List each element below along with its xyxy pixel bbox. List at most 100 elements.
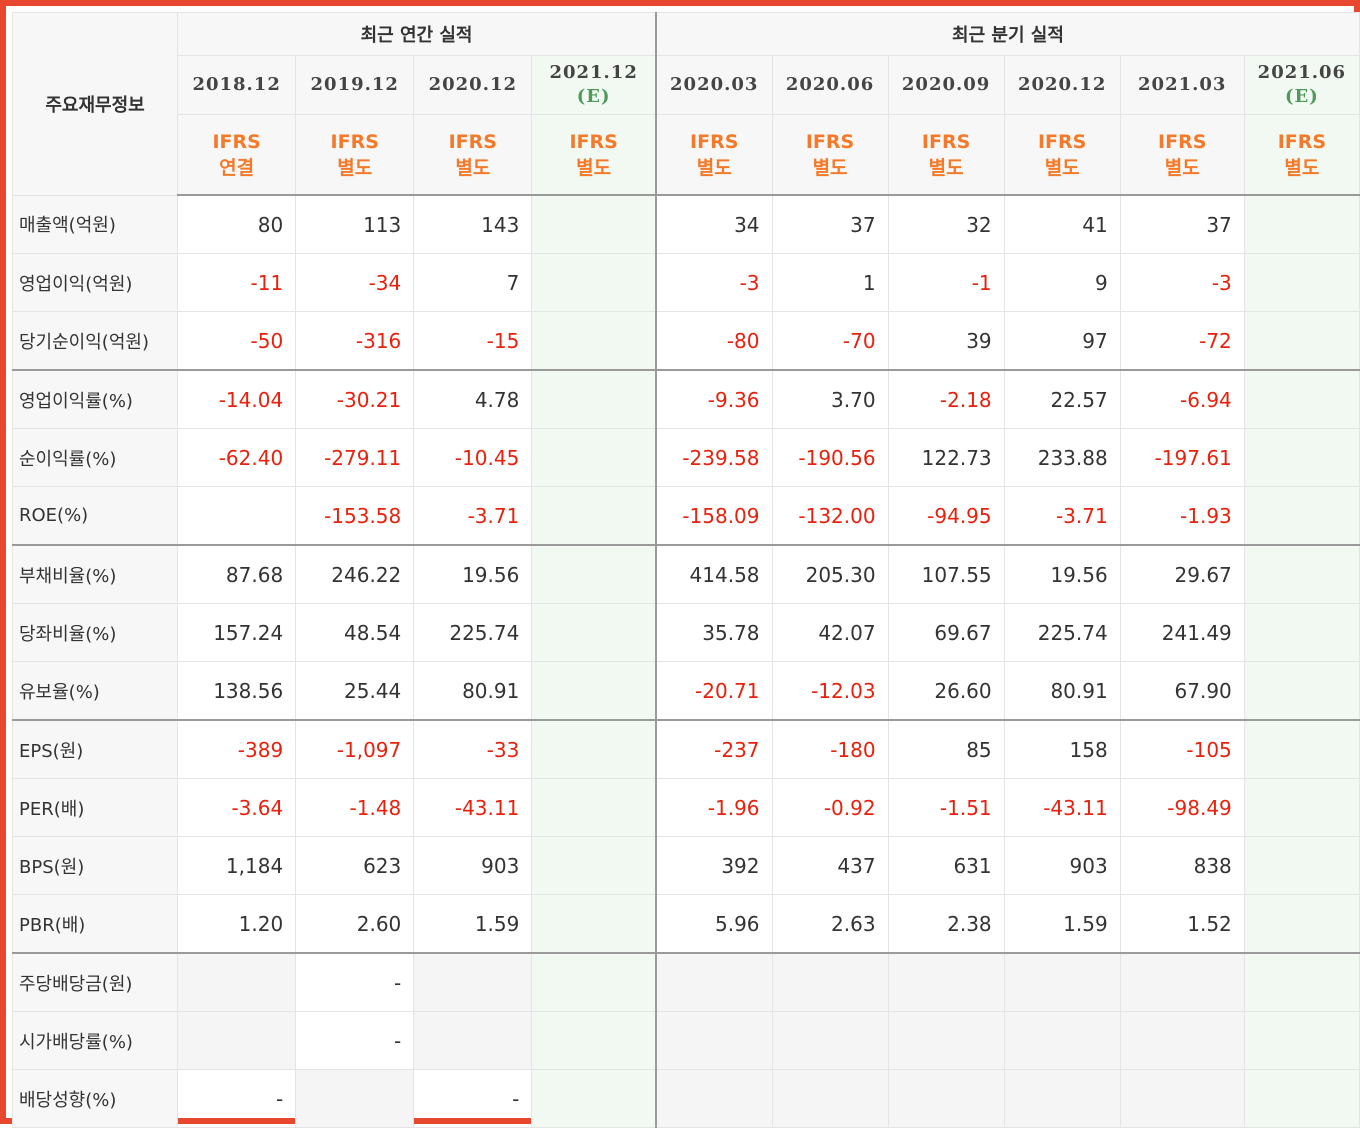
table-cell: 623 [295,836,415,895]
table-cell: -3 [654,253,773,312]
table-cell: -80 [654,311,773,371]
table-cell: -1.96 [654,778,773,837]
table-cell [1243,1011,1360,1070]
table-row: 당좌비율(%) 157.24 48.54 225.74 35.78 42.07 69.67 2… [11,603,1360,662]
table-cell: -389 [177,719,297,779]
table-cell: 838 [1119,836,1245,895]
table-cell [1243,603,1360,662]
table-cell [413,952,533,1012]
table-cell [1243,1069,1360,1128]
table-cell: 97 [1003,311,1121,371]
table-cell: -50 [177,311,297,371]
table-cell [531,894,657,954]
table-cell: 35.78 [654,603,773,662]
period-label: 2020.06 [785,74,875,95]
table-cell: 138.56 [177,661,297,721]
table-cell: -14.04 [177,369,297,429]
table-cell [1119,952,1245,1012]
period-header: 2021.12 (E) [531,55,657,115]
ifrs-basis-label: 별도 [1164,156,1200,179]
table-cell: 392 [654,836,773,895]
row-label: 영업이익률(%) [11,369,179,429]
table-cell: 87.68 [177,544,297,604]
table-cell [413,1011,533,1070]
financial-summary-table: 주요재무정보 최근 연간 실적 최근 분기 실적 2018.12 2019.12 2… [11,12,1360,1128]
table-cell [531,952,657,1012]
table-cell: 1,184 [177,836,297,895]
ifrs-standard-label: IFRS [448,130,497,153]
row-label: 부채비율(%) [11,544,179,604]
table-cell [1243,194,1360,254]
ifrs-header: IFRS 별도 [531,114,657,196]
table-cell: -33 [413,719,533,779]
ifrs-header: IFRS 별도 [1243,114,1360,196]
quarter-group-header: 최근 분기 실적 [654,12,1360,56]
table-cell [531,311,657,371]
table-cell: 19.56 [1003,544,1121,604]
table-cell [887,1011,1005,1070]
ifrs-header: IFRS 별도 [413,114,533,196]
ifrs-standard-label: IFRS [330,130,379,153]
table-cell [531,661,657,721]
table-cell: -30.21 [295,369,415,429]
period-header: 2020.03 [654,55,773,115]
period-header: 2020.12 [1003,55,1121,115]
table-cell: 67.90 [1119,661,1245,721]
table-cell: 1.20 [177,894,297,954]
table-cell: - [413,1069,533,1128]
table-cell: -43.11 [1003,778,1121,837]
period-header: 2021.03 [1119,55,1245,115]
row-label: 배당성향(%) [11,1069,179,1128]
table-cell: 241.49 [1119,603,1245,662]
table-cell: -9.36 [654,369,773,429]
period-header: 2020.06 [771,55,889,115]
table-frame: 주요재무정보 최근 연간 실적 최근 분기 실적 2018.12 2019.12 2… [0,0,1360,1128]
table-cell: 437 [771,836,889,895]
table-cell: 80.91 [1003,661,1121,721]
period-label: 2021.06 [1257,62,1347,83]
table-cell [531,428,657,487]
table-cell: -279.11 [295,428,415,487]
table-cell: -70 [771,311,889,371]
ifrs-basis-label: 별도 [928,156,964,179]
table-cell [531,369,657,429]
table-cell [1243,952,1360,1012]
table-row: 시가배당률(%) - [11,1011,1360,1070]
row-label: 시가배당률(%) [11,1011,179,1070]
period-header: 2021.06 (E) [1243,55,1360,115]
table-cell: 157.24 [177,603,297,662]
table-cell: -20.71 [654,661,773,721]
table-cell [1243,544,1360,604]
table-cell [887,1069,1005,1128]
period-label: 2020.12 [1017,74,1107,95]
period-label: 2021.03 [1138,74,1227,95]
table-cell: -94.95 [887,486,1005,546]
table-cell: 37 [771,194,889,254]
table-cell: 37 [1119,194,1245,254]
table-cell [531,603,657,662]
ifrs-standard-label: IFRS [921,130,971,153]
table-row: 영업이익률(%) -14.04 -30.21 4.78 -9.36 3.70 -2.18 22… [11,369,1360,429]
table-row: BPS(원) 1,184 623 903 392 437 631 903 838 [11,836,1360,895]
table-cell: -34 [295,253,415,312]
table-cell [1243,428,1360,487]
table-cell [654,952,773,1012]
table-cell: -72 [1119,311,1245,371]
table-cell: 1 [771,253,889,312]
table-cell: 4.78 [413,369,533,429]
period-header: 2019.12 [295,55,415,115]
period-label: 2020.09 [901,74,991,95]
table-cell: -1,097 [295,719,415,779]
table-cell: -1.51 [887,778,1005,837]
table-cell: 22.57 [1003,369,1121,429]
table-cell: 246.22 [295,544,415,604]
table-body: 매출액(억원) 80 113 143 34 37 32 41 37 영업이익(억원) -11 -34 7… [11,194,1360,1128]
row-label: PER(배) [11,778,179,837]
ifrs-basis-label: 연결 [219,156,255,179]
row-label: 당좌비율(%) [11,603,179,662]
estimate-marker: (E) [1285,86,1319,107]
table-cell: -6.94 [1119,369,1245,429]
ifrs-header: IFRS 별도 [654,114,773,196]
row-label: PBR(배) [11,894,179,954]
table-cell [531,1069,657,1128]
